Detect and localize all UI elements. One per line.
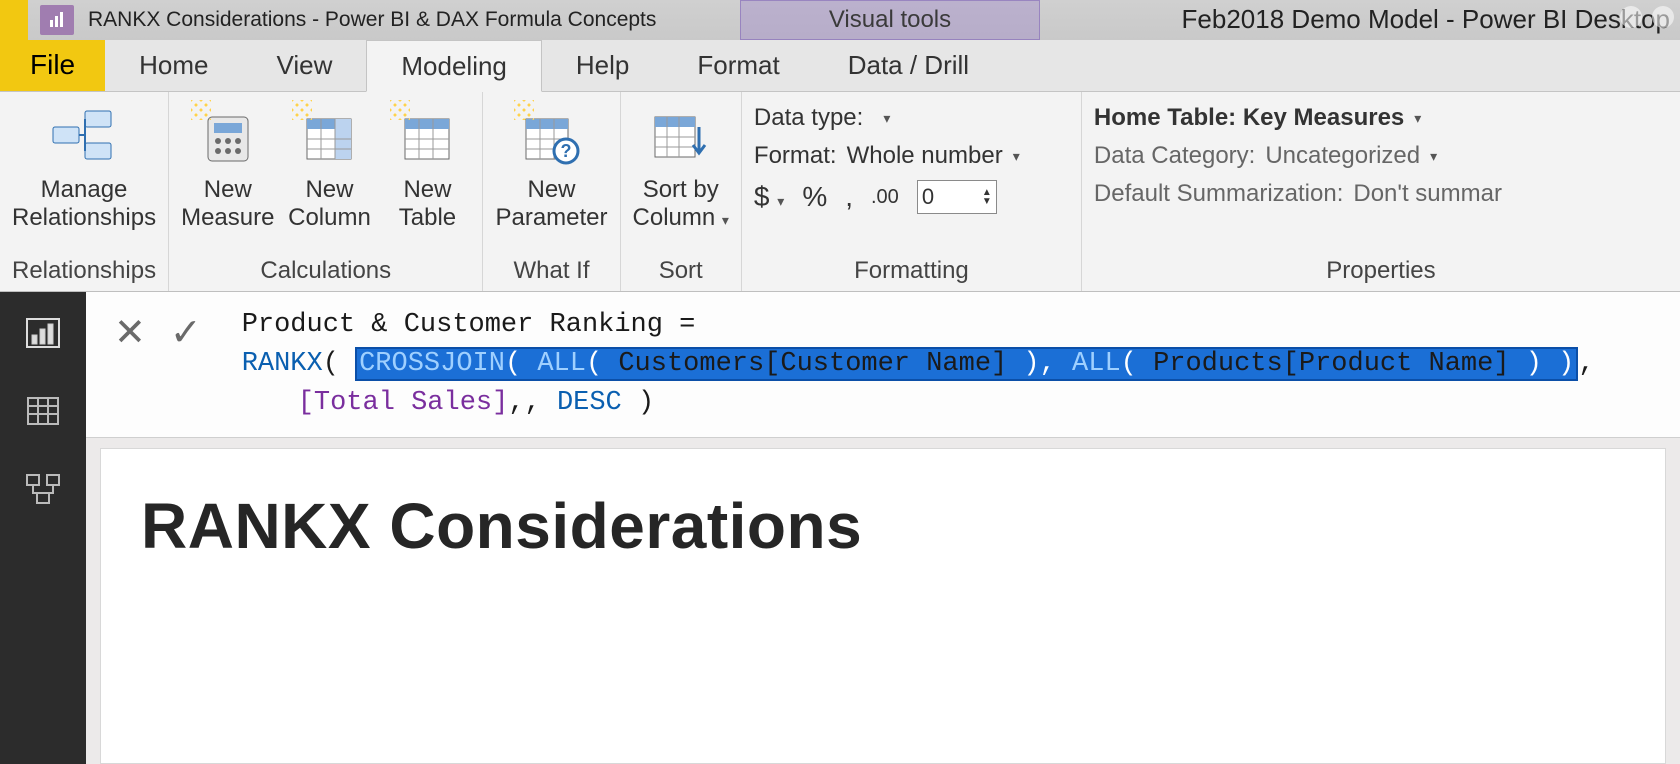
- group-label-relationships: Relationships: [12, 253, 156, 291]
- formula-editor[interactable]: Product & Customer Ranking = RANKX( CROS…: [230, 292, 1680, 437]
- data-category-label: Data Category:: [1094, 142, 1255, 170]
- relationships-icon: [49, 102, 119, 172]
- data-category-value: Uncategorized: [1265, 142, 1420, 170]
- decimals-input[interactable]: 0 ▲▼: [917, 180, 997, 214]
- default-summarization-label: Default Summarization:: [1094, 180, 1343, 208]
- report-canvas[interactable]: RANKX Considerations: [100, 448, 1666, 764]
- sort-icon: [646, 102, 716, 172]
- commit-formula-button[interactable]: ✓: [170, 310, 202, 355]
- new-table-icon: [392, 102, 462, 172]
- workspace: ✕ ✓ Product & Customer Ranking = RANKX( …: [0, 292, 1680, 764]
- new-measure-icon: [193, 102, 263, 172]
- default-summarization-dropdown[interactable]: Default Summarization: Don't summar: [1094, 180, 1502, 208]
- sort-by-column-label: Sort by Column ▾: [633, 176, 729, 231]
- chevron-down-icon: ▾: [1430, 148, 1437, 165]
- formula-bar: ✕ ✓ Product & Customer Ranking = RANKX( …: [86, 292, 1680, 438]
- chevron-down-icon: ▾: [1414, 110, 1421, 127]
- tab-data-drill[interactable]: Data / Drill: [814, 39, 1003, 91]
- format-dropdown[interactable]: Format: Whole number ▾: [754, 142, 1020, 170]
- new-measure-button[interactable]: New Measure: [181, 98, 274, 231]
- group-label-sort: Sort: [633, 253, 729, 291]
- manage-relationships-button[interactable]: Manage Relationships: [12, 98, 156, 231]
- format-label: Format:: [754, 142, 837, 170]
- home-table-dropdown[interactable]: Home Table: Key Measures ▾: [1094, 104, 1502, 132]
- decimals-value: 0: [922, 184, 934, 210]
- data-type-dropdown[interactable]: Data type: ▾: [754, 104, 1020, 132]
- group-properties: Home Table: Key Measures ▾ Data Category…: [1082, 92, 1680, 291]
- group-whatif: ? New Parameter What If: [483, 92, 620, 291]
- formula-measure-name: Product & Customer Ranking: [242, 310, 663, 340]
- video-title: RANKX Considerations - Power BI & DAX Fo…: [82, 8, 656, 32]
- data-type-label: Data type:: [754, 104, 863, 132]
- new-parameter-button[interactable]: ? New Parameter: [495, 98, 607, 231]
- formula-total-sales: [Total Sales]: [298, 388, 509, 418]
- home-table-value: Key Measures: [1243, 104, 1404, 131]
- sort-by-column-button[interactable]: Sort by Column ▾: [633, 98, 729, 231]
- contextual-tab-visual-tools[interactable]: Visual tools: [740, 0, 1040, 40]
- thousands-button[interactable]: ,: [845, 181, 853, 213]
- group-relationships: Manage Relationships Relationships: [0, 92, 169, 291]
- ribbon-tabs: File Home View Modeling Help Format Data…: [0, 40, 1680, 92]
- default-summarization-value: Don't summar: [1353, 180, 1502, 208]
- formula-selection: CROSSJOIN( ALL( Customers[Customer Name]…: [355, 347, 1578, 381]
- new-column-label: New Column: [288, 176, 371, 231]
- report-view-button[interactable]: [20, 310, 66, 356]
- group-formatting: Data type: ▾ Format: Whole number ▾ $ ▾ …: [742, 92, 1082, 291]
- group-label-properties: Properties: [1094, 253, 1668, 291]
- decimals-icon: .00: [871, 186, 899, 209]
- document-title: Feb2018 Demo Model - Power BI Desktop: [1182, 4, 1670, 35]
- view-rail: [0, 292, 86, 764]
- canvas-heading: RANKX Considerations: [141, 489, 1625, 563]
- new-measure-label: New Measure: [181, 176, 274, 231]
- chevron-down-icon: ▾: [1013, 148, 1020, 165]
- tab-file[interactable]: File: [0, 39, 105, 91]
- tab-home[interactable]: Home: [105, 39, 242, 91]
- new-column-button[interactable]: New Column: [286, 98, 372, 231]
- quickaccess-icon[interactable]: [40, 5, 74, 35]
- group-calculations: New Measure New Column: [169, 92, 483, 291]
- data-view-button[interactable]: [20, 388, 66, 434]
- new-column-icon: [294, 102, 364, 172]
- app-brand-block: [0, 0, 28, 40]
- group-label-formatting: Formatting: [754, 253, 1069, 291]
- formula-rankx: RANKX: [242, 349, 323, 379]
- formula-desc: DESC: [557, 388, 622, 418]
- chevron-down-icon: ▾: [722, 212, 729, 228]
- share-icon[interactable]: [1652, 6, 1674, 28]
- video-overlay-controls: [1620, 6, 1674, 28]
- svg-text:?: ?: [561, 141, 572, 161]
- tab-view[interactable]: View: [242, 39, 366, 91]
- new-table-label: New Table: [399, 176, 456, 231]
- new-parameter-label: New Parameter: [495, 176, 607, 231]
- titlebar: RANKX Considerations - Power BI & DAX Fo…: [0, 0, 1680, 40]
- format-value: Whole number: [847, 142, 1003, 170]
- currency-button[interactable]: $ ▾: [754, 181, 784, 213]
- model-view-button[interactable]: [20, 466, 66, 512]
- group-label-calculations: Calculations: [181, 253, 470, 291]
- tab-help[interactable]: Help: [542, 39, 663, 91]
- spinner-icon[interactable]: ▲▼: [982, 188, 992, 206]
- tab-format[interactable]: Format: [663, 39, 813, 91]
- group-label-whatif: What If: [495, 253, 607, 291]
- percent-button[interactable]: %: [802, 181, 827, 213]
- new-parameter-icon: ?: [516, 102, 586, 172]
- tab-modeling[interactable]: Modeling: [366, 40, 542, 92]
- chevron-down-icon: ▾: [883, 110, 890, 127]
- manage-relationships-label: Manage Relationships: [12, 176, 156, 231]
- data-category-dropdown[interactable]: Data Category: Uncategorized ▾: [1094, 142, 1502, 170]
- ribbon: Manage Relationships Relationships New M…: [0, 92, 1680, 292]
- watch-later-icon[interactable]: [1620, 6, 1642, 28]
- group-sort: Sort by Column ▾ Sort: [621, 92, 742, 291]
- new-table-button[interactable]: New Table: [384, 98, 470, 231]
- home-table-label: Home Table:: [1094, 104, 1236, 131]
- cancel-formula-button[interactable]: ✕: [114, 310, 146, 355]
- main-area: ✕ ✓ Product & Customer Ranking = RANKX( …: [86, 292, 1680, 764]
